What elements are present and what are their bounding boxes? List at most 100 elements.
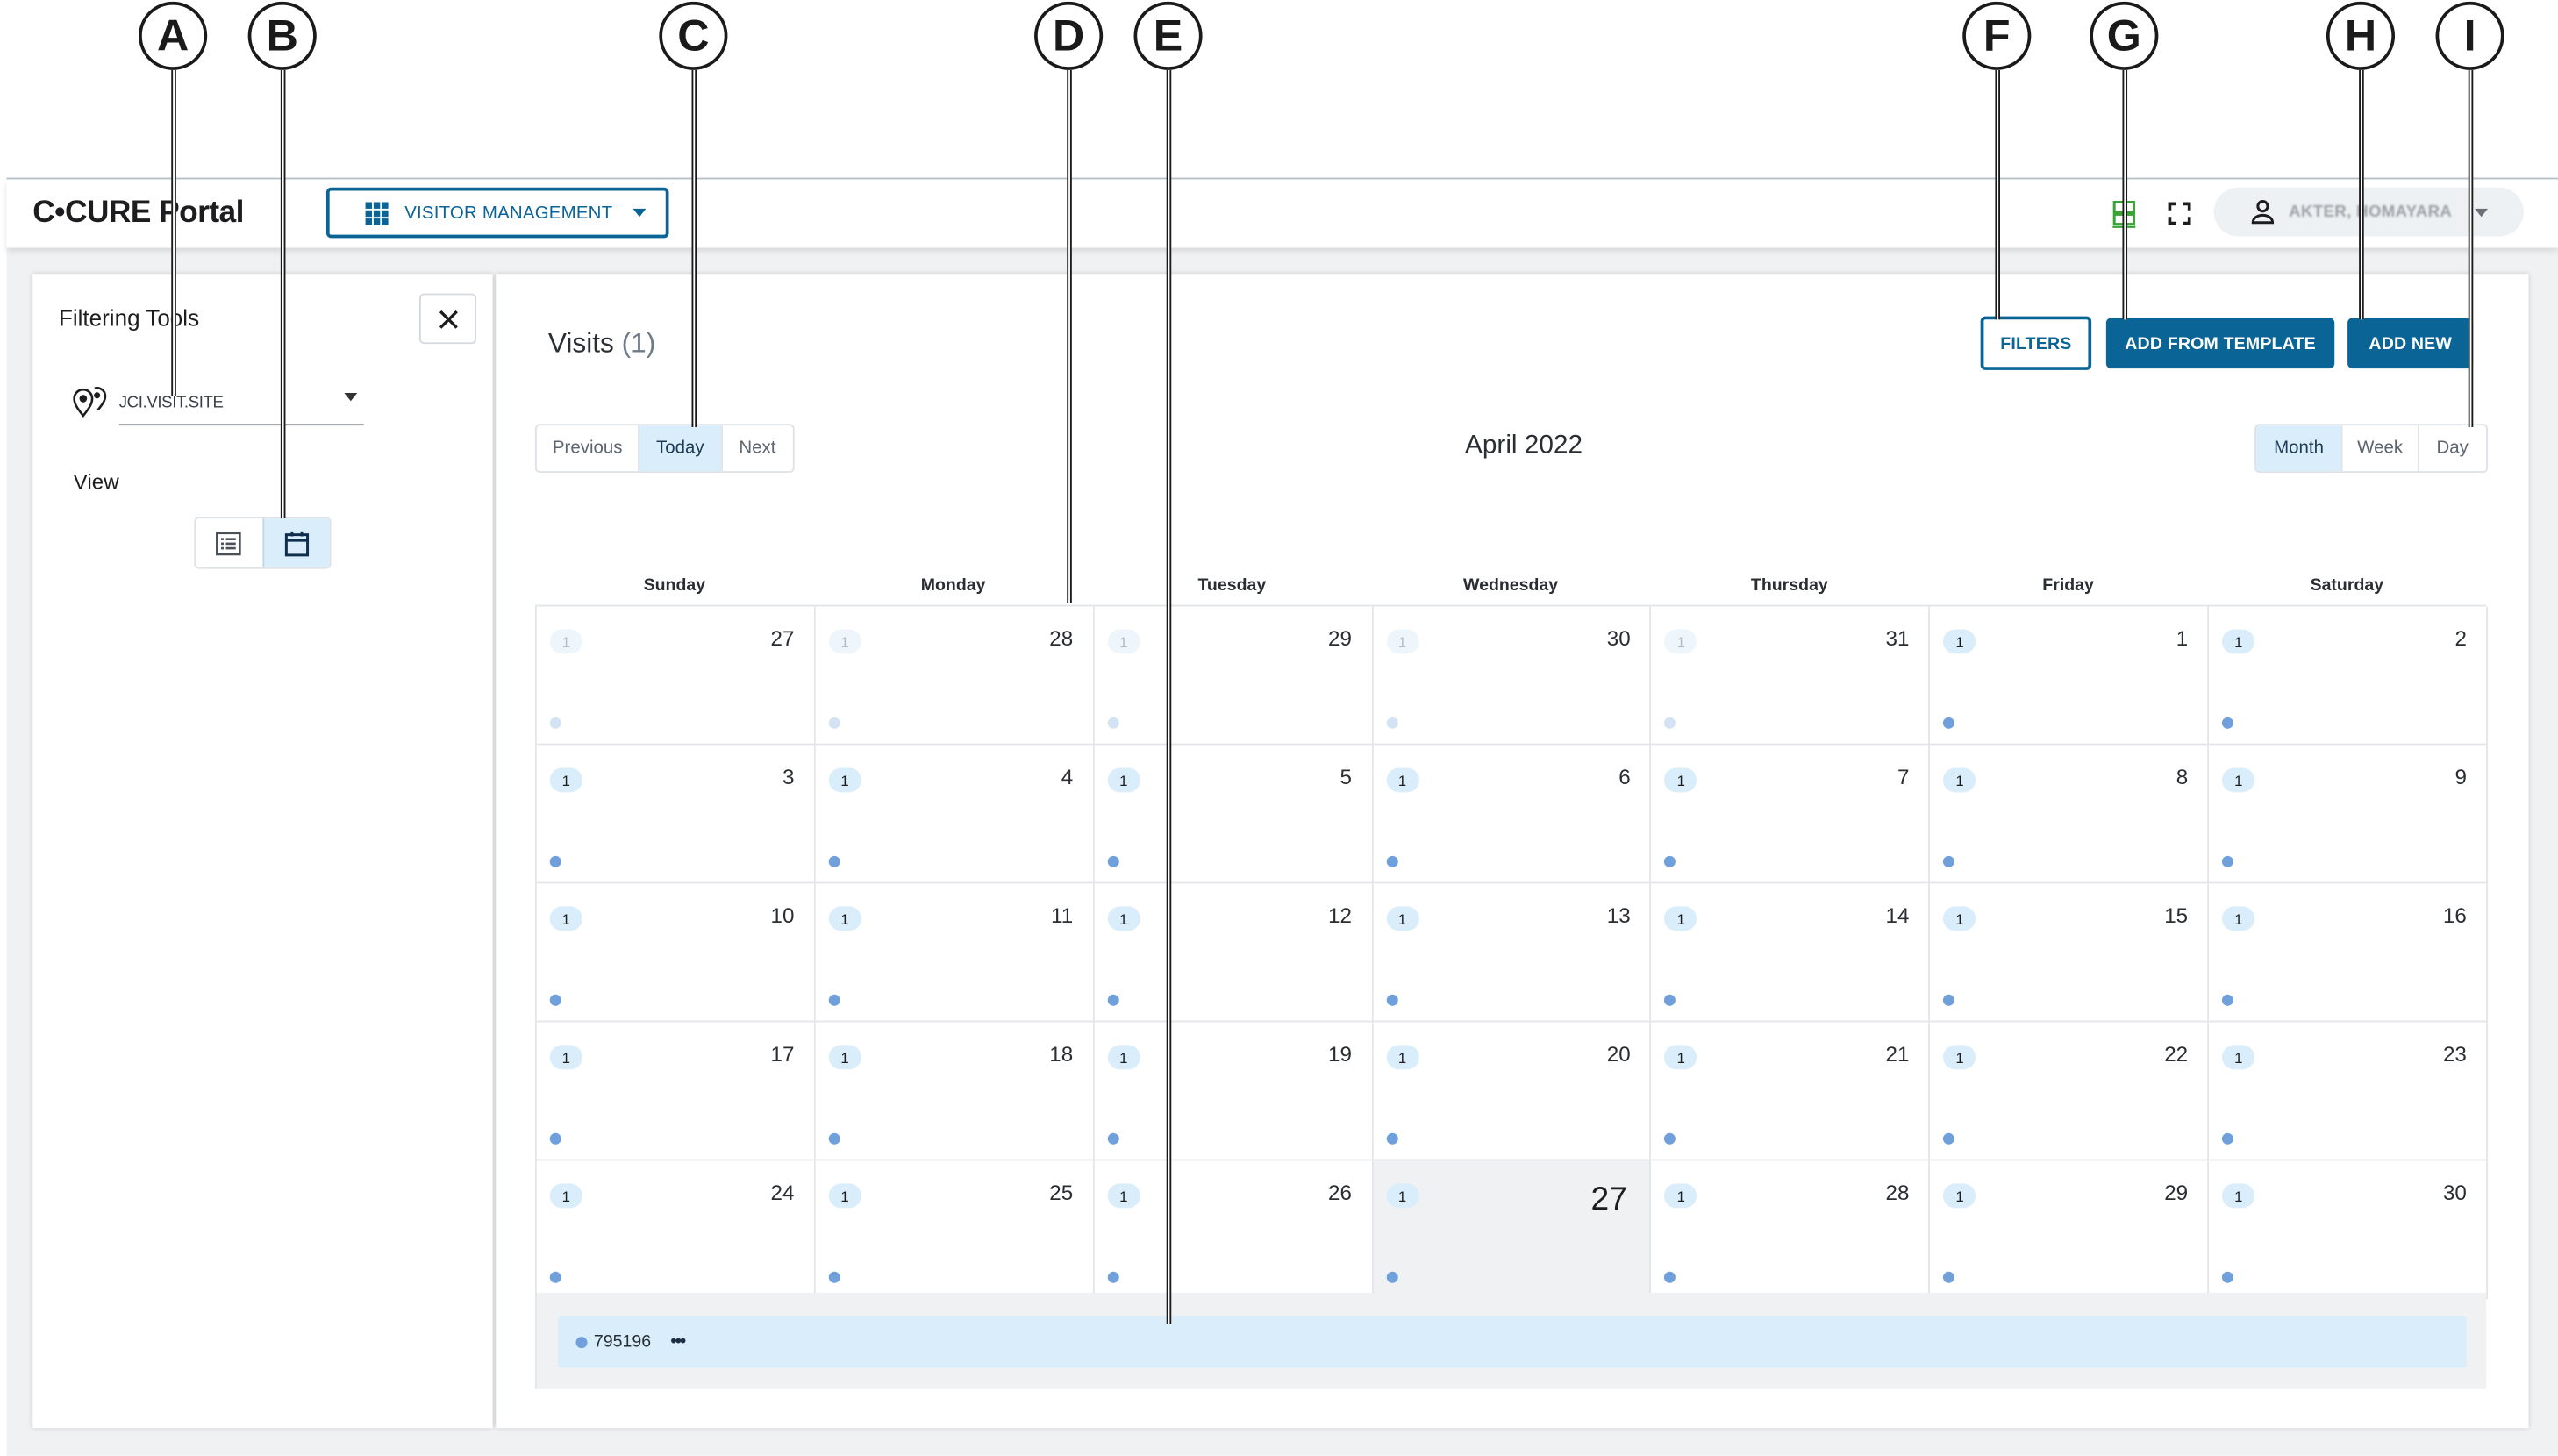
- fullscreen-icon[interactable]: [2168, 202, 2191, 232]
- event-dot-icon[interactable]: [1107, 1132, 1119, 1145]
- event-dot-icon[interactable]: [1943, 717, 1955, 729]
- event-dot-icon[interactable]: [828, 855, 840, 867]
- user-menu[interactable]: AKTER, HOMAYARA: [2213, 187, 2524, 237]
- calendar-day[interactable]: 1 27: [536, 606, 816, 744]
- visit-count-badge[interactable]: 1: [1385, 767, 1419, 793]
- calendar-day[interactable]: 1 13: [1373, 883, 1652, 1021]
- visit-count-badge[interactable]: 1: [1943, 906, 1976, 931]
- calendar-day[interactable]: 1 12: [1094, 883, 1374, 1021]
- visit-count-badge[interactable]: 1: [1664, 906, 1697, 931]
- event-dot-icon[interactable]: [549, 717, 561, 729]
- calendar-day[interactable]: 1 25: [815, 1160, 1095, 1298]
- event-dot-icon[interactable]: [1943, 994, 1955, 1006]
- calendar-day[interactable]: 11: [1930, 606, 2210, 744]
- close-panel-button[interactable]: [418, 293, 477, 345]
- event-dot-icon[interactable]: [549, 1271, 561, 1283]
- list-view-button[interactable]: [196, 518, 261, 567]
- event-dot-icon[interactable]: [549, 855, 561, 867]
- visit-count-badge[interactable]: 1: [828, 1183, 861, 1209]
- event-dot-icon[interactable]: [1664, 855, 1676, 867]
- event-dot-icon[interactable]: [2222, 717, 2234, 729]
- calendar-day[interactable]: 1 21: [1651, 1022, 1931, 1160]
- calendar-day[interactable]: 1 18: [815, 1022, 1095, 1160]
- visit-count-badge[interactable]: 1: [1107, 629, 1140, 654]
- visit-count-badge[interactable]: 1: [1107, 1045, 1140, 1070]
- calendar-day[interactable]: 1 17: [536, 1022, 816, 1160]
- visit-count-badge[interactable]: 1: [1385, 1045, 1419, 1070]
- visit-count-badge[interactable]: 1: [1664, 1183, 1697, 1209]
- visit-count-badge[interactable]: 1: [549, 767, 582, 793]
- calendar-day[interactable]: 12: [2209, 606, 2489, 744]
- visit-count-badge[interactable]: 1: [828, 629, 861, 654]
- previous-button[interactable]: Previous: [537, 425, 639, 471]
- event-dot-icon[interactable]: [2222, 994, 2234, 1006]
- calendar-day[interactable]: 19: [2209, 745, 2489, 882]
- visit-count-badge[interactable]: 1: [2222, 1183, 2255, 1209]
- event-dot-icon[interactable]: [1664, 717, 1676, 729]
- visit-event[interactable]: 795196 •••: [558, 1315, 2467, 1368]
- next-button[interactable]: Next: [720, 425, 793, 472]
- event-dot-icon[interactable]: [828, 1132, 840, 1145]
- calendar-day[interactable]: 1 14: [1651, 883, 1931, 1021]
- add-from-template-button[interactable]: ADD FROM TEMPLATE: [2105, 318, 2335, 369]
- calendar-day[interactable]: 13: [536, 745, 816, 882]
- calendar-day[interactable]: 1 22: [1930, 1022, 2210, 1160]
- visit-count-badge[interactable]: 1: [2222, 1045, 2255, 1070]
- event-dot-icon[interactable]: [1943, 1132, 1955, 1145]
- add-new-button[interactable]: ADD NEW: [2347, 318, 2474, 369]
- visit-count-badge[interactable]: 1: [2222, 629, 2255, 654]
- visit-count-badge[interactable]: 1: [1943, 629, 1976, 654]
- event-dot-icon[interactable]: [1107, 994, 1119, 1006]
- module-selector-button[interactable]: VISITOR MANAGEMENT: [325, 187, 669, 239]
- calendar-day[interactable]: 1 26: [1094, 1160, 1374, 1298]
- event-dot-icon[interactable]: [1943, 855, 1955, 867]
- event-dot-icon[interactable]: [2222, 1132, 2234, 1145]
- event-dot-icon[interactable]: [549, 1132, 561, 1145]
- visit-count-badge[interactable]: 1: [1664, 767, 1697, 793]
- calendar-day[interactable]: 1 10: [536, 883, 816, 1021]
- event-dot-icon[interactable]: [828, 717, 840, 729]
- event-dot-icon[interactable]: [1385, 855, 1397, 867]
- event-dot-icon[interactable]: [1943, 1271, 1955, 1283]
- event-dot-icon[interactable]: [1664, 1271, 1676, 1283]
- visit-count-badge[interactable]: 1: [1943, 767, 1976, 793]
- event-dot-icon[interactable]: [828, 994, 840, 1006]
- visit-count-badge[interactable]: 1: [1664, 629, 1697, 654]
- event-dot-icon[interactable]: [549, 994, 561, 1006]
- calendar-day[interactable]: 18: [1930, 745, 2210, 882]
- calendar-day[interactable]: 1 16: [2209, 883, 2489, 1021]
- calendar-day[interactable]: 1 23: [2209, 1022, 2489, 1160]
- site-select[interactable]: JCI.VISIT.SITE: [118, 382, 364, 426]
- brand-logo[interactable]: C•CURE Portal: [32, 196, 244, 232]
- day-view-button[interactable]: Day: [2417, 425, 2486, 472]
- week-view-button[interactable]: Week: [2341, 425, 2417, 472]
- calendar-day[interactable]: 1 24: [536, 1160, 816, 1298]
- filters-button[interactable]: FILTERS: [1980, 316, 2092, 370]
- visit-count-badge[interactable]: 1: [1385, 629, 1419, 654]
- calendar-view-button[interactable]: [261, 518, 330, 567]
- visit-count-badge[interactable]: 1: [549, 1045, 582, 1070]
- visit-count-badge[interactable]: 1: [1107, 767, 1140, 793]
- calendar-day[interactable]: 1 19: [1094, 1022, 1374, 1160]
- visit-count-badge[interactable]: 1: [1107, 1183, 1140, 1209]
- calendar-day[interactable]: 1 29: [1094, 606, 1374, 744]
- visit-count-badge[interactable]: 1: [2222, 906, 2255, 931]
- calendar-day[interactable]: 15: [1094, 745, 1374, 882]
- visit-count-badge[interactable]: 1: [1943, 1045, 1976, 1070]
- calendar-day[interactable]: 16: [1373, 745, 1652, 882]
- event-dot-icon[interactable]: [1385, 717, 1397, 729]
- visit-count-badge[interactable]: 1: [549, 629, 582, 654]
- calendar-day[interactable]: 1 28: [815, 606, 1095, 744]
- visit-count-badge[interactable]: 1: [1107, 906, 1140, 931]
- event-dot-icon[interactable]: [1385, 1271, 1397, 1283]
- event-dot-icon[interactable]: [1664, 994, 1676, 1006]
- event-dot-icon[interactable]: [2222, 1271, 2234, 1283]
- calendar-day[interactable]: 17: [1651, 745, 1931, 882]
- event-dot-icon[interactable]: [1385, 1132, 1397, 1145]
- calendar-day[interactable]: 1 11: [815, 883, 1095, 1021]
- calendar-day[interactable]: 1 29: [1930, 1160, 2210, 1298]
- event-dot-icon[interactable]: [1107, 855, 1119, 867]
- event-dot-icon[interactable]: [1107, 717, 1119, 729]
- visit-count-badge[interactable]: 1: [1664, 1045, 1697, 1070]
- visit-count-badge[interactable]: 1: [828, 906, 861, 931]
